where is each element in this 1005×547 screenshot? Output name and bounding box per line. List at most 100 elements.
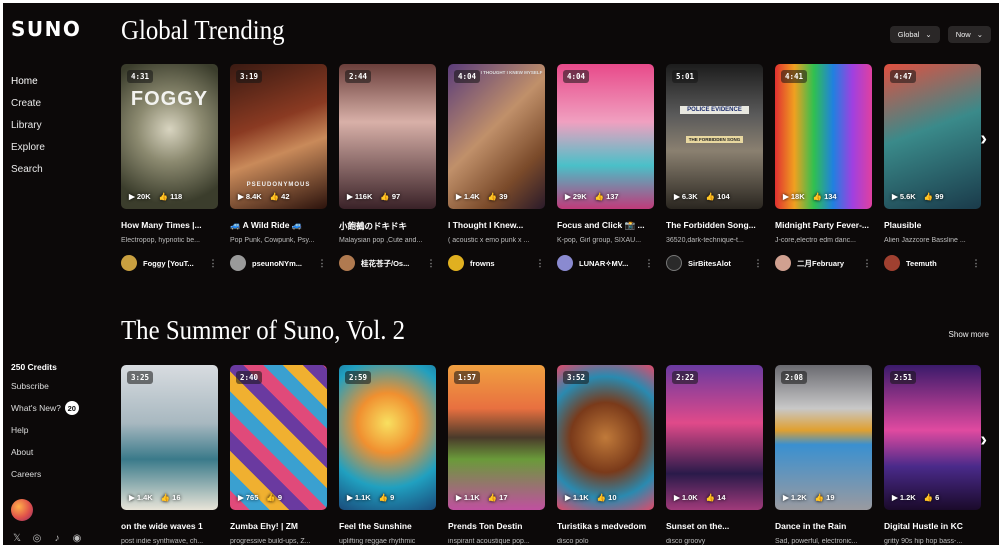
song-cover[interactable]: 2:44 ▶ 116K 👍 97	[339, 64, 436, 209]
song-title[interactable]: on the wide waves 1	[121, 521, 215, 533]
more-options-icon[interactable]: ⋮	[208, 258, 218, 269]
song-title[interactable]: Sunset on the...	[666, 521, 760, 533]
song-title[interactable]: Midnight Party Fever-...	[775, 220, 869, 232]
more-options-icon[interactable]: ⋮	[753, 258, 763, 269]
artist-avatar[interactable]	[557, 255, 573, 271]
more-options-icon[interactable]: ⋮	[644, 258, 654, 269]
artist-avatar[interactable]	[339, 255, 355, 271]
more-options-icon[interactable]: ⋮	[317, 258, 327, 269]
song-title[interactable]: How Many Times |...	[121, 220, 215, 232]
nav-create[interactable]: Create	[11, 97, 45, 119]
play-icon: ▶	[347, 493, 353, 502]
artist-avatar[interactable]	[121, 255, 137, 271]
song-cover[interactable]: 2:40 ▶ 765 👍 9	[230, 365, 327, 510]
help-link[interactable]: Help	[11, 419, 79, 441]
main-nav: Home Create Library Explore Search	[11, 75, 45, 185]
cover-title-text: THE FORBIDDEN SONG	[686, 136, 743, 143]
artist-name[interactable]: frowns	[470, 259, 535, 268]
more-options-icon[interactable]: ⋮	[535, 258, 545, 269]
song-cover[interactable]: 2:08 ▶ 1.2K 👍 19	[775, 365, 872, 510]
song-title[interactable]: Zumba Ehy! | ZM	[230, 521, 324, 533]
chevron-down-icon: ⌄	[976, 30, 983, 39]
song-cover[interactable]: 2:59 ▶ 1.1K 👍 9	[339, 365, 436, 510]
song-cover[interactable]: 2:22 ▶ 1.0K 👍 14	[666, 365, 763, 510]
song-title[interactable]: Turistika s medvedom	[557, 521, 651, 533]
artist-avatar[interactable]	[884, 255, 900, 271]
nav-home[interactable]: Home	[11, 75, 45, 97]
artist-name[interactable]: Teemuth	[906, 259, 971, 268]
song-card[interactable]: FOGGY 4:31 ▶ 20K 👍 118 How Many Times |..…	[121, 64, 218, 271]
artist-name[interactable]: 桂花苍子/Os...	[361, 258, 426, 269]
song-card[interactable]: 2:22 ▶ 1.0K 👍 14 Sunset on the... disco g…	[666, 365, 763, 545]
song-title[interactable]: Feel the Sunshine	[339, 521, 433, 533]
more-options-icon[interactable]: ⋮	[426, 258, 436, 269]
artist-name[interactable]: LUNAR✧MV...	[579, 259, 644, 268]
song-cover[interactable]: 4:41 ▶ 18K 👍 134	[775, 64, 872, 209]
song-title[interactable]: I Thought I Knew...	[448, 220, 542, 232]
artist-avatar[interactable]	[775, 255, 791, 271]
song-card[interactable]: I THOUGHT I KNEW MYSELF 4:04 ▶ 1.4K 👍 39 …	[448, 64, 545, 271]
more-options-icon[interactable]: ⋮	[862, 258, 872, 269]
song-card[interactable]: 4:04 ▶ 29K 👍 137 Focus and Click 📸 ... K-…	[557, 64, 654, 271]
song-title[interactable]: Dance in the Rain	[775, 521, 869, 533]
artist-name[interactable]: 二月February	[797, 258, 862, 269]
nav-library[interactable]: Library	[11, 119, 45, 141]
play-count: ▶ 1.1K	[456, 493, 480, 502]
show-more-link[interactable]: Show more	[949, 330, 989, 339]
region-dropdown[interactable]: Global ⌄	[889, 26, 940, 43]
artist-name[interactable]: Foggy [YouT...	[143, 259, 208, 268]
tiktok-icon[interactable]: ♪	[51, 533, 63, 544]
song-card[interactable]: 3:52 ▶ 1.1K 👍 10 Turistika s medvedom dis…	[557, 365, 654, 545]
song-card[interactable]: 2:59 ▶ 1.1K 👍 9 Feel the Sunshine uplifti…	[339, 365, 436, 545]
song-title[interactable]: 小飽鵺のドキドキ	[339, 220, 433, 232]
song-card[interactable]: PSEUDONYMOUS 3:19 ▶ 8.4K 👍 42 🚙 A Wild Ri…	[230, 64, 327, 271]
song-card[interactable]: POLICE EVIDENCE THE FORBIDDEN SONG 5:01 …	[666, 64, 763, 271]
discord-icon[interactable]: ◉	[71, 533, 83, 544]
song-cover[interactable]: 2:51 ▶ 1.2K 👍 6	[884, 365, 981, 510]
song-title[interactable]: Plausible	[884, 220, 978, 232]
song-title[interactable]: Digital Hustle in KC	[884, 521, 978, 533]
song-card[interactable]: 2:40 ▶ 765 👍 9 Zumba Ehy! | ZM progressiv…	[230, 365, 327, 545]
song-title[interactable]: Prends Ton Destin	[448, 521, 542, 533]
artist-name[interactable]: SirBitesAlot	[688, 259, 753, 268]
song-card[interactable]: 2:51 ▶ 1.2K 👍 6 Digital Hustle in KC grit…	[884, 365, 981, 545]
song-title[interactable]: The Forbidden Song...	[666, 220, 760, 232]
careers-link[interactable]: Careers	[11, 463, 79, 485]
x-icon[interactable]: 𝕏	[11, 533, 23, 544]
song-cover[interactable]: 3:25 ▶ 1.4K 👍 16	[121, 365, 218, 510]
song-cover[interactable]: 4:04 ▶ 29K 👍 137	[557, 64, 654, 209]
song-cover[interactable]: 4:47 ▶ 5.6K 👍 99	[884, 64, 981, 209]
instagram-icon[interactable]: ◎	[31, 533, 43, 544]
user-avatar[interactable]	[11, 499, 33, 521]
artist-name[interactable]: pseunoNYm...	[252, 259, 317, 268]
whats-new-link[interactable]: What's New? 20	[11, 397, 79, 419]
about-link[interactable]: About	[11, 441, 79, 463]
song-card[interactable]: 3:25 ▶ 1.4K 👍 16 on the wide waves 1 post…	[121, 365, 218, 545]
song-cover[interactable]: FOGGY 4:31 ▶ 20K 👍 118	[121, 64, 218, 209]
song-cover[interactable]: POLICE EVIDENCE THE FORBIDDEN SONG 5:01 …	[666, 64, 763, 209]
song-cover[interactable]: PSEUDONYMOUS 3:19 ▶ 8.4K 👍 42	[230, 64, 327, 209]
next-arrow-icon[interactable]: ›	[980, 128, 987, 151]
song-cover[interactable]: 1:57 ▶ 1.1K 👍 17	[448, 365, 545, 510]
song-card[interactable]: 4:47 ▶ 5.6K 👍 99 Plausible Alien Jazzcore…	[884, 64, 981, 271]
next-arrow-icon[interactable]: ›	[980, 429, 987, 452]
suno-logo[interactable]: SUNO	[11, 17, 81, 41]
song-card[interactable]: 2:44 ▶ 116K 👍 97 小飽鵺のドキドキ Malaysian pop ,…	[339, 64, 436, 271]
artist-avatar[interactable]	[448, 255, 464, 271]
time-dropdown[interactable]: Now ⌄	[947, 26, 991, 43]
nav-explore[interactable]: Explore	[11, 141, 45, 163]
song-card[interactable]: 2:08 ▶ 1.2K 👍 19 Dance in the Rain Sad, p…	[775, 365, 872, 545]
song-title[interactable]: Focus and Click 📸 ...	[557, 220, 651, 232]
more-options-icon[interactable]: ⋮	[971, 258, 981, 269]
cover-title-text: PSEUDONYMOUS	[246, 182, 311, 188]
nav-search[interactable]: Search	[11, 163, 45, 185]
play-count-value: 1.4K	[463, 192, 480, 201]
song-card[interactable]: 1:57 ▶ 1.1K 👍 17 Prends Ton Destin inspir…	[448, 365, 545, 545]
song-title[interactable]: 🚙 A Wild Ride 🚙	[230, 220, 324, 232]
artist-avatar[interactable]	[230, 255, 246, 271]
subscribe-link[interactable]: Subscribe	[11, 375, 79, 397]
song-cover[interactable]: I THOUGHT I KNEW MYSELF 4:04 ▶ 1.4K 👍 39	[448, 64, 545, 209]
song-cover[interactable]: 3:52 ▶ 1.1K 👍 10	[557, 365, 654, 510]
song-card[interactable]: 4:41 ▶ 18K 👍 134 Midnight Party Fever-...…	[775, 64, 872, 271]
artist-avatar[interactable]	[666, 255, 682, 271]
